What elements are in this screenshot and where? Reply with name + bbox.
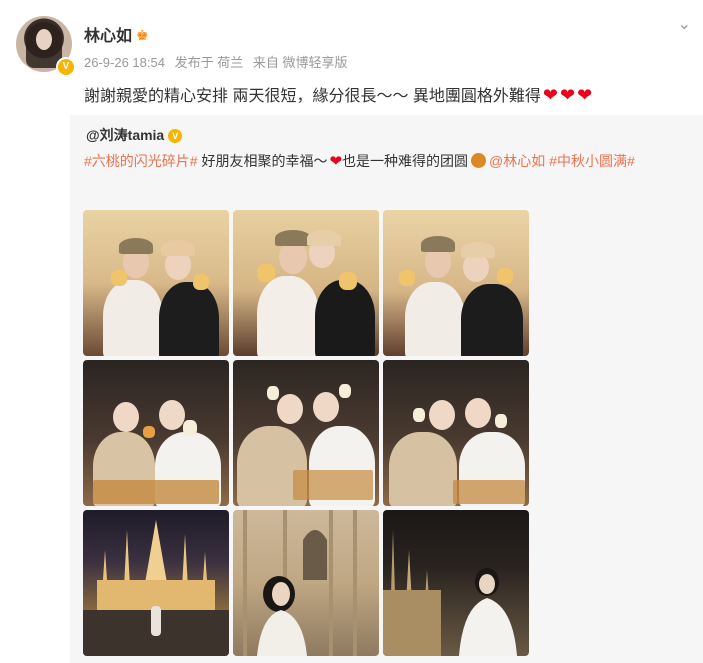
photo-thumbnail[interactable] bbox=[83, 360, 229, 506]
photo-thumbnail[interactable] bbox=[83, 210, 229, 356]
photo-thumbnail[interactable] bbox=[233, 360, 379, 506]
photo-thumbnail[interactable] bbox=[383, 360, 529, 506]
heart-icon: ❤ bbox=[577, 85, 593, 105]
repost-username[interactable]: @刘涛tamia V bbox=[86, 125, 183, 145]
hashtag-link[interactable]: #中秋小圆满# bbox=[549, 153, 635, 169]
verified-badge-icon: V bbox=[56, 57, 76, 77]
repost-username-text[interactable]: @刘涛tamia bbox=[86, 127, 164, 143]
mention-link[interactable]: @林心如 bbox=[489, 153, 545, 169]
photo-thumbnail[interactable] bbox=[233, 510, 379, 656]
post-location: 发布于 荷兰 bbox=[174, 55, 244, 70]
mooncake-icon bbox=[471, 153, 487, 168]
post-time[interactable]: 26-9-26 18:54 bbox=[84, 55, 165, 70]
hashtag-link[interactable]: #六桃的闪光碎片# bbox=[84, 153, 198, 169]
avatar-face bbox=[36, 29, 52, 50]
username-text[interactable]: 林心如 bbox=[84, 28, 132, 45]
repost-card[interactable]: @刘涛tamia V #六桃的闪光碎片# 好朋友相聚的幸福～ ❤也是一种难得的团圆 @… bbox=[70, 115, 703, 663]
crown-icon: ♚ bbox=[136, 27, 149, 43]
post-source: 来自 微博轻享版 bbox=[252, 55, 348, 70]
chevron-down-icon[interactable]: ⌄ bbox=[678, 14, 691, 34]
photo-grid bbox=[83, 210, 533, 660]
post-username[interactable]: 林心如 ♚ bbox=[84, 22, 149, 46]
photo-thumbnail[interactable] bbox=[383, 510, 529, 656]
repost-text-2: 也是一种难得的团圆 bbox=[342, 153, 469, 169]
post-text: 謝謝親愛的精心安排 兩天很短，緣分很長～～ 異地團圓格外難得 ❤ ❤ ❤ bbox=[84, 82, 592, 106]
heart-icon: ❤ bbox=[542, 85, 558, 105]
repost-text-1: 好朋友相聚的幸福～ bbox=[197, 153, 328, 169]
photo-thumbnail[interactable] bbox=[233, 210, 379, 356]
photo-thumbnail[interactable] bbox=[83, 510, 229, 656]
heart-icon: ❤ bbox=[329, 153, 343, 170]
verified-badge-icon: V bbox=[168, 129, 183, 143]
heart-icon: ❤ bbox=[560, 85, 576, 105]
post-body: 謝謝親愛的精心安排 兩天很短，緣分很長～～ 異地團圓格外難得 bbox=[84, 88, 541, 105]
post-meta: 26-9-26 18:54 发布于 荷兰 来自 微博轻享版 bbox=[84, 52, 353, 71]
repost-text: #六桃的闪光碎片# 好朋友相聚的幸福～ ❤也是一种难得的团圆 @林心如 #中秋小圆满… bbox=[84, 149, 684, 174]
photo-thumbnail[interactable] bbox=[383, 210, 529, 356]
